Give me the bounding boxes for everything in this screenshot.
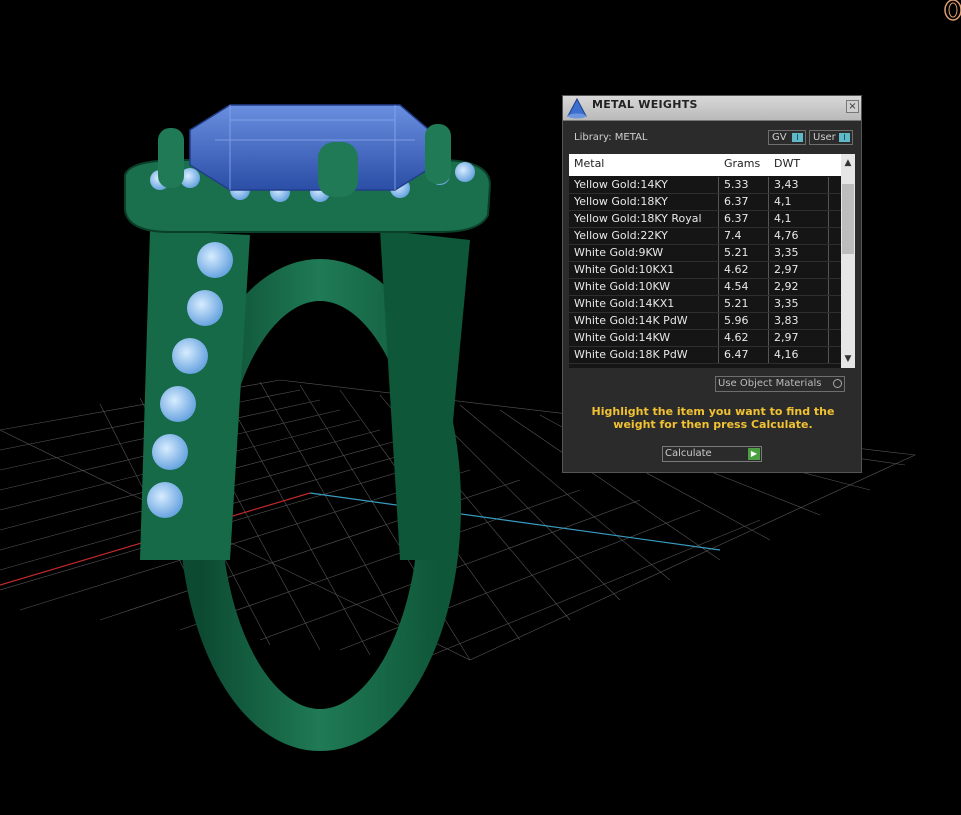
viewport-gizmo-icon[interactable] [935,0,961,26]
gv-toggle-switch[interactable]: I [792,133,803,142]
table-row[interactable]: Yellow Gold:22KY 7.4 4,76 [569,228,841,245]
gv-toggle-label: GV [772,132,787,143]
table-row[interactable]: Yellow Gold:18KY 6.37 4,1 [569,194,841,211]
header-dwt[interactable]: DWT [774,157,800,170]
cell-grams: 5.21 [719,296,769,312]
play-arrow-icon[interactable]: ▶ [748,448,760,460]
user-toggle[interactable]: User I [809,130,853,145]
cell-dwt: 3,35 [769,296,829,312]
cell-grams: 5.96 [719,313,769,329]
table-row[interactable]: White Gold:9KW 5.21 3,35 [569,245,841,262]
header-grams[interactable]: Grams [724,157,760,170]
cell-metal: Yellow Gold:22KY [569,228,719,244]
gv-toggle[interactable]: GV I [768,130,806,145]
panel-titlebar[interactable]: METAL WEIGHTS × [563,96,861,121]
table-header: Metal Grams DWT [569,154,841,176]
table-row[interactable]: White Gold:10KX1 4.62 2,97 [569,262,841,279]
table-row[interactable]: White Gold:14KX1 5.21 3,35 [569,296,841,313]
table-row[interactable]: White Gold:10KW 4.54 2,92 [569,279,841,296]
app-cone-icon [567,97,587,119]
center-stone [189,104,436,191]
cell-dwt: 4,1 [769,194,829,210]
cell-metal: White Gold:9KW [569,245,719,261]
cell-grams: 4.62 [719,262,769,278]
cell-grams: 6.37 [719,194,769,210]
user-toggle-label: User [813,132,836,143]
cell-dwt: 3,35 [769,245,829,261]
cell-metal: White Gold:14KW [569,330,719,346]
table-row[interactable]: Yellow Gold:18KY Royal 6.37 4,1 [569,211,841,228]
cell-dwt: 2,97 [769,330,829,346]
table-row[interactable]: Yellow Gold:14KY 5.33 3,43 [569,177,841,194]
cell-dwt: 2,92 [769,279,829,295]
table-row[interactable]: White Gold:18K PdW 6.47 4,16 [569,347,841,364]
table-row[interactable]: White Gold:14K PdW 5.96 3,83 [569,313,841,330]
cell-grams: 4.62 [719,330,769,346]
metal-table: Metal Grams DWT Yellow Gold:14KY 5.33 3,43… [569,154,855,368]
cell-grams: 7.4 [719,228,769,244]
cell-metal: White Gold:10KW [569,279,719,295]
cell-dwt: 2,97 [769,262,829,278]
use-object-materials-label: Use Object Materials [718,378,822,389]
cell-grams: 6.37 [719,211,769,227]
cell-dwt: 4,16 [769,347,829,363]
calculate-button[interactable]: Calculate ▶ [662,446,762,462]
cell-dwt: 4,1 [769,211,829,227]
cell-metal: White Gold:10KX1 [569,262,719,278]
cell-metal: Yellow Gold:18KY Royal [569,211,719,227]
close-button[interactable]: × [846,100,859,113]
table-body: Yellow Gold:14KY 5.33 3,43 Yellow Gold:18KY… [569,177,841,364]
table-scrollbar[interactable]: ▲ ▼ [841,154,855,368]
scroll-up-arrow-icon[interactable]: ▲ [841,156,855,170]
cell-dwt: 3,83 [769,313,829,329]
cell-dwt: 3,43 [769,177,829,193]
panel-title: METAL WEIGHTS [592,98,698,111]
cell-dwt: 4,76 [769,228,829,244]
y-axis-line [309,492,721,551]
cell-metal: White Gold:14KX1 [569,296,719,312]
cell-grams: 5.33 [719,177,769,193]
metal-weights-panel: METAL WEIGHTS × Library: METAL GV I User… [562,95,862,473]
header-metal[interactable]: Metal [574,157,604,170]
scroll-thumb[interactable] [842,184,854,254]
library-label: Library: METAL [574,132,648,143]
cell-metal: Yellow Gold:18KY [569,194,719,210]
cell-grams: 4.54 [719,279,769,295]
cell-metal: Yellow Gold:14KY [569,177,719,193]
cell-metal: White Gold:14K PdW [569,313,719,329]
table-row[interactable]: White Gold:14KW 4.62 2,97 [569,330,841,347]
use-object-materials-radio[interactable] [833,379,842,388]
instruction-text: Highlight the item you want to find the … [591,405,835,431]
scroll-down-arrow-icon[interactable]: ▼ [841,352,855,366]
cell-metal: White Gold:18K PdW [569,347,719,363]
user-toggle-switch[interactable]: I [839,133,850,142]
cell-grams: 5.21 [719,245,769,261]
use-object-materials-option[interactable]: Use Object Materials [715,376,845,392]
cell-grams: 6.47 [719,347,769,363]
calculate-label: Calculate [665,448,712,459]
